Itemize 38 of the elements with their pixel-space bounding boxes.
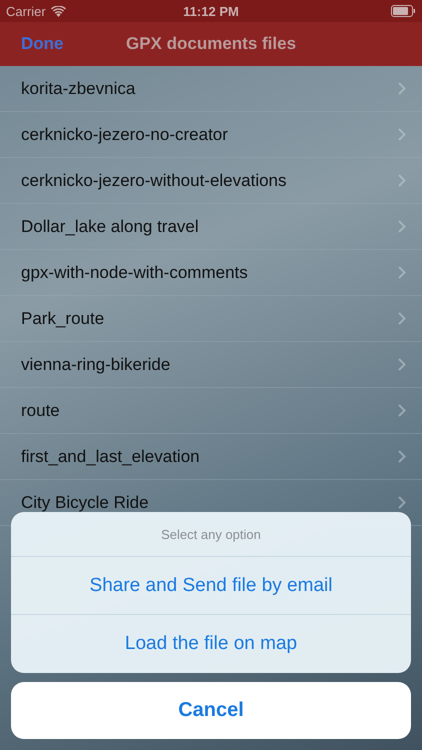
file-name: Dollar_lake along travel xyxy=(21,216,199,236)
status-time: 11:12 PM xyxy=(183,4,239,18)
file-name: cerknicko-jezero-no-creator xyxy=(21,124,228,144)
chevron-icon xyxy=(398,128,406,141)
file-row[interactable]: cerknicko-jezero-no-creator xyxy=(0,112,422,158)
chevron-icon xyxy=(398,220,406,233)
battery-icon xyxy=(391,5,416,17)
file-name: korita-zbevnica xyxy=(21,78,136,98)
file-name: vienna-ring-bikeride xyxy=(21,354,170,374)
chevron-icon xyxy=(398,174,406,187)
action-button[interactable]: Load the file on map xyxy=(11,615,411,673)
carrier-label: Carrier xyxy=(6,4,46,18)
file-row[interactable]: first_and_last_elevation xyxy=(0,434,422,480)
chevron-icon xyxy=(398,450,406,463)
wifi-icon xyxy=(50,6,66,16)
chevron-icon xyxy=(398,312,406,325)
file-name: Park_route xyxy=(21,308,104,328)
chevron-icon xyxy=(398,82,406,95)
cancel-button[interactable]: Cancel xyxy=(11,682,411,739)
chevron-icon xyxy=(398,496,406,509)
chevron-icon xyxy=(398,358,406,371)
file-row[interactable]: cerknicko-jezero-without-elevations xyxy=(0,158,422,204)
file-name: City Bicycle Ride xyxy=(21,492,149,512)
file-row[interactable]: Park_route xyxy=(0,296,422,342)
file-name: gpx-with-node-with-comments xyxy=(21,262,248,282)
nav-title: GPX documents files xyxy=(126,34,296,54)
chevron-icon xyxy=(398,266,406,279)
chevron-icon xyxy=(398,404,406,417)
file-row[interactable]: gpx-with-node-with-comments xyxy=(0,250,422,296)
file-row[interactable]: korita-zbevnica xyxy=(0,66,422,112)
file-name: first_and_last_elevation xyxy=(21,446,200,466)
sheet-title: Select any option xyxy=(11,512,411,557)
file-row[interactable]: Dollar_lake along travel xyxy=(0,204,422,250)
file-row[interactable]: route xyxy=(0,388,422,434)
file-name: route xyxy=(21,400,60,420)
file-name: cerknicko-jezero-without-elevations xyxy=(21,170,287,190)
action-button[interactable]: Share and Send file by email xyxy=(11,557,411,615)
file-row[interactable]: vienna-ring-bikeride xyxy=(0,342,422,388)
